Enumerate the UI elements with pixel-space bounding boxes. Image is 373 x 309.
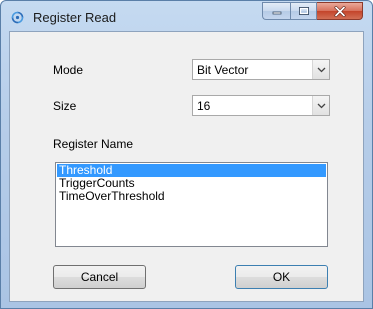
minimize-icon bbox=[272, 11, 281, 15]
size-select[interactable]: 16 bbox=[192, 95, 330, 116]
list-item[interactable]: TimeOverThreshold bbox=[57, 190, 326, 203]
app-icon bbox=[10, 10, 25, 25]
register-read-window: Register Read Mode Bit Vector Size 16 Re… bbox=[0, 0, 373, 309]
window-title: Register Read bbox=[33, 10, 117, 25]
size-select-value: 16 bbox=[197, 99, 211, 113]
close-button[interactable] bbox=[317, 2, 363, 20]
mode-label: Mode bbox=[53, 63, 84, 77]
close-icon bbox=[334, 5, 345, 17]
cancel-button[interactable]: Cancel bbox=[53, 265, 146, 289]
register-name-list[interactable]: Threshold TriggerCounts TimeOverThreshol… bbox=[55, 162, 328, 247]
mode-select-value: Bit Vector bbox=[197, 63, 249, 77]
maximize-icon bbox=[298, 7, 309, 15]
mode-select[interactable]: Bit Vector bbox=[192, 59, 330, 80]
dialog-body: Mode Bit Vector Size 16 Register Name Th… bbox=[9, 31, 364, 302]
ok-button[interactable]: OK bbox=[235, 265, 328, 289]
size-label: Size bbox=[53, 99, 77, 113]
maximize-button[interactable] bbox=[290, 2, 317, 20]
chevron-down-icon[interactable] bbox=[312, 60, 329, 79]
chevron-down-icon[interactable] bbox=[312, 96, 329, 115]
minimize-button[interactable] bbox=[262, 2, 290, 20]
title-bar[interactable]: Register Read bbox=[1, 1, 372, 31]
register-name-label: Register Name bbox=[53, 137, 134, 151]
